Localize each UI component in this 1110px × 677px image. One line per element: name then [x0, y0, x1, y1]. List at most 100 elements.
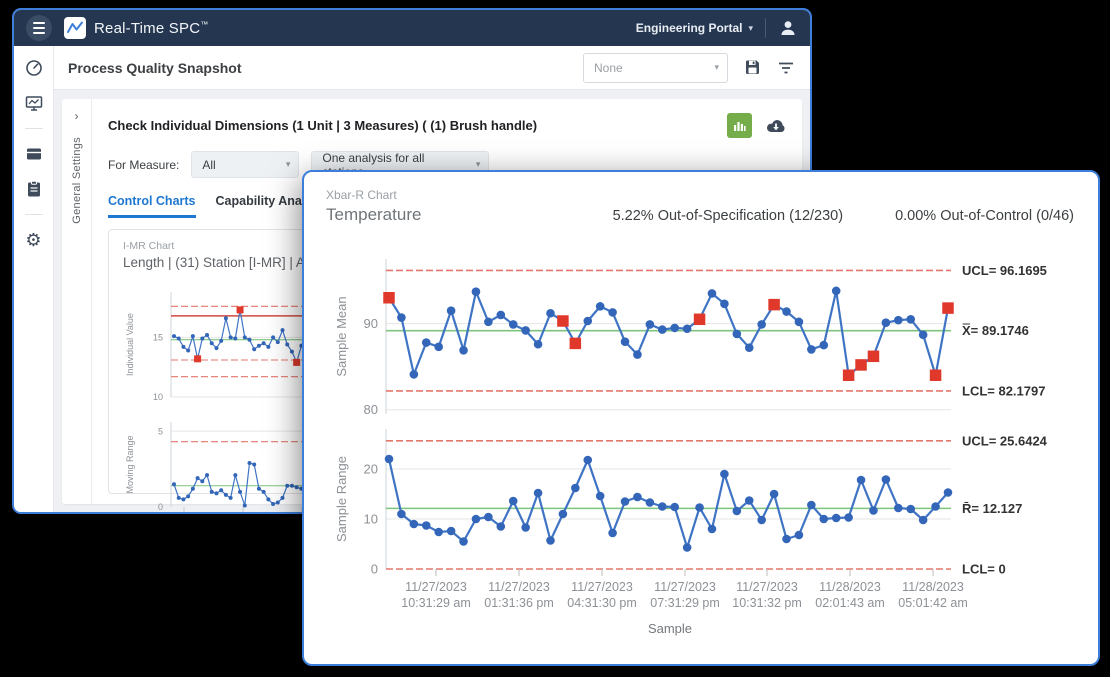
data-point: [214, 346, 218, 350]
chart-view-button[interactable]: [727, 113, 752, 138]
data-point: [906, 315, 915, 324]
analysis-title: Check Individual Dimensions (1 Unit | 3 …: [108, 118, 537, 133]
sidebar-divider: [25, 214, 43, 215]
chart-text: 02:01:43 am: [815, 596, 885, 610]
data-point: [200, 479, 204, 483]
user-account-icon[interactable]: [778, 18, 798, 38]
clipboard-icon[interactable]: [24, 179, 44, 199]
chart-text: 0: [371, 562, 378, 577]
data-point: [745, 343, 754, 352]
measure-select[interactable]: All ▾: [191, 151, 299, 178]
data-point: [238, 490, 242, 494]
out-of-spec-point: [855, 359, 867, 371]
out-of-spec-point: [383, 292, 395, 304]
data-point: [177, 496, 181, 500]
collapse-chevron-icon[interactable]: ›: [75, 109, 79, 123]
data-point: [497, 311, 506, 320]
data-point: [882, 475, 891, 484]
data-point: [596, 302, 605, 311]
chart-text: 10:31:29 am: [401, 596, 471, 610]
data-point: [262, 341, 266, 345]
data-point: [181, 497, 185, 501]
data-point: [224, 493, 228, 497]
data-point: [894, 504, 903, 513]
settings-gear-icon[interactable]: ⚙: [24, 230, 44, 250]
filter-button[interactable]: [776, 58, 796, 78]
xbar-chart-kind: Xbar-R Chart: [326, 188, 421, 202]
xbar-chart-title: Temperature: [326, 205, 421, 225]
data-point: [708, 289, 717, 298]
cloud-download-button[interactable]: [766, 116, 786, 136]
general-settings-strip[interactable]: › General Settings: [62, 99, 92, 504]
inbox-icon[interactable]: [24, 144, 44, 164]
data-point: [257, 487, 261, 491]
data-point: [733, 330, 742, 339]
hamburger-menu-button[interactable]: [26, 15, 52, 41]
data-point: [285, 343, 289, 347]
chart-text: 11/28/2023: [902, 580, 964, 594]
monitor-chart-icon[interactable]: [24, 93, 44, 113]
data-point: [683, 543, 692, 552]
data-point: [434, 343, 443, 352]
left-icon-sidebar: ⚙: [14, 46, 54, 512]
portal-selector[interactable]: Engineering Portal▾: [636, 21, 753, 35]
data-point: [670, 324, 679, 333]
data-point: [621, 497, 630, 506]
data-point: [295, 485, 299, 489]
snapshot-preset-select[interactable]: None ▾: [583, 53, 728, 83]
data-point: [782, 307, 791, 316]
data-point: [257, 344, 261, 348]
series-line: [389, 459, 948, 548]
data-point: [459, 537, 468, 546]
tab-control-charts[interactable]: Control Charts: [108, 194, 196, 218]
out-of-spec-point: [293, 359, 300, 366]
app-topbar: Real-Time SPC™ Engineering Portal▾: [14, 10, 810, 46]
chart-text: 01:31:36 pm: [484, 596, 554, 610]
data-point: [608, 308, 617, 317]
data-point: [733, 507, 742, 516]
data-point: [172, 334, 176, 338]
data-point: [646, 498, 655, 507]
data-point: [757, 516, 766, 525]
data-point: [546, 536, 555, 545]
data-point: [782, 535, 791, 544]
out-of-spec-point: [237, 306, 244, 313]
out-of-spec-point: [694, 314, 706, 326]
data-point: [757, 320, 766, 329]
data-point: [844, 513, 853, 522]
dashboard-gauge-icon[interactable]: [24, 58, 44, 78]
trademark-symbol: ™: [200, 20, 208, 29]
data-point: [196, 476, 200, 480]
chart-text: LCL= 82.1797: [962, 383, 1045, 398]
data-point: [596, 492, 605, 501]
chart-text: 10: [153, 392, 163, 402]
data-point: [832, 514, 841, 523]
page-header: Process Quality Snapshot None ▾: [54, 46, 810, 90]
chart-text: 11/28/2023: [819, 580, 881, 594]
data-point: [281, 328, 285, 332]
data-point: [546, 309, 555, 318]
data-point: [583, 317, 592, 326]
out-of-spec-point: [557, 315, 569, 327]
data-point: [276, 340, 280, 344]
chart-text: 10:31:32 pm: [732, 596, 802, 610]
data-point: [397, 510, 406, 519]
data-point: [819, 515, 828, 524]
chart-text: 05:01:42 am: [898, 596, 968, 610]
data-point: [385, 455, 394, 464]
data-point: [271, 335, 275, 339]
data-point: [181, 345, 185, 349]
data-point: [658, 502, 667, 511]
data-point: [247, 461, 251, 465]
data-point: [807, 345, 816, 354]
save-button[interactable]: [742, 58, 762, 78]
chart-text: 10: [364, 512, 378, 527]
chart-text: 04:31:30 pm: [567, 596, 637, 610]
data-point: [472, 515, 481, 524]
data-point: [472, 287, 481, 296]
screen: Real-Time SPC™ Engineering Portal▾: [0, 0, 1110, 677]
data-point: [745, 496, 754, 505]
data-point: [219, 339, 223, 343]
data-point: [276, 500, 280, 504]
data-point: [422, 338, 431, 347]
